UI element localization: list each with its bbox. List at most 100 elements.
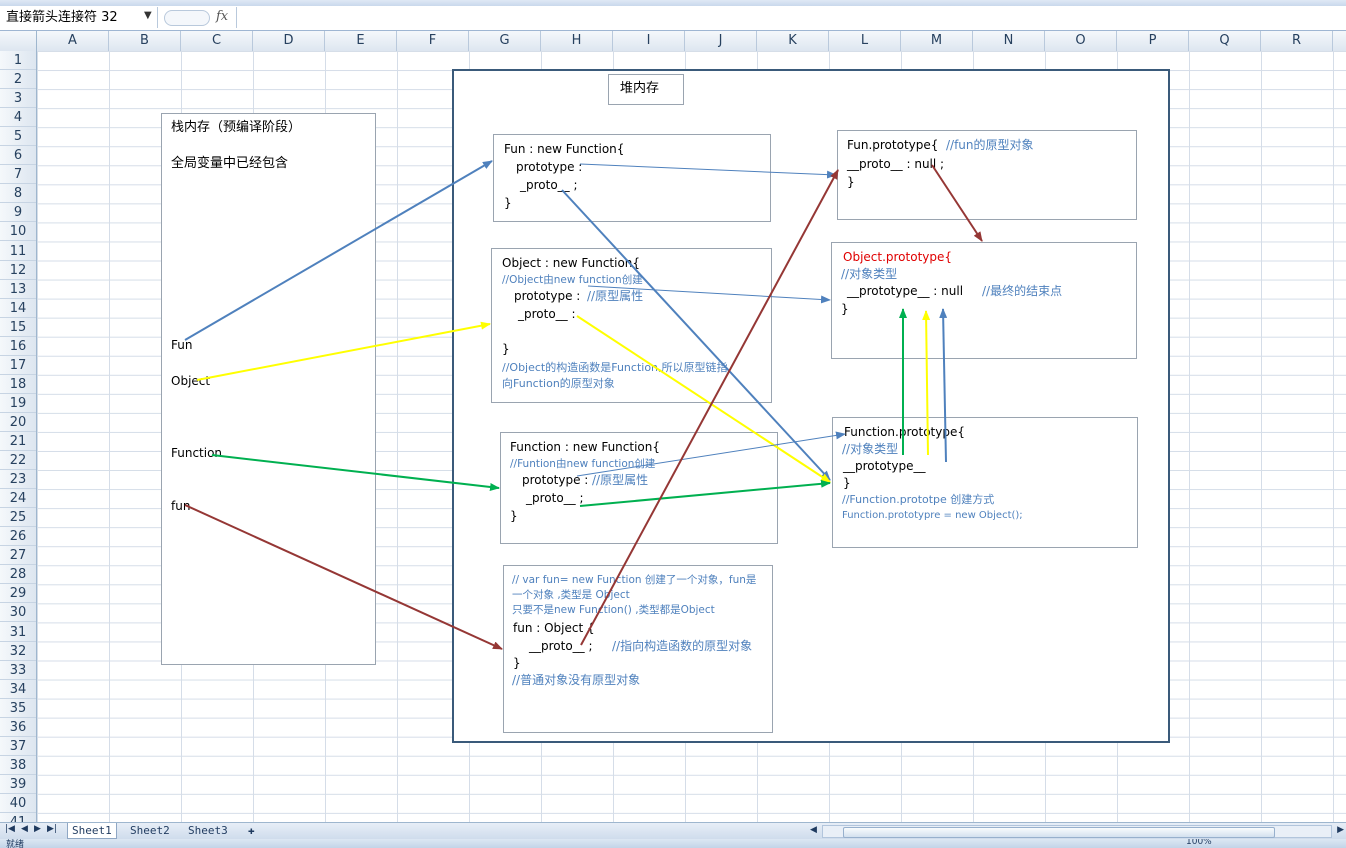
- row-header-34[interactable]: 34: [0, 680, 36, 699]
- formula-input[interactable]: [236, 7, 1346, 28]
- row-header-21[interactable]: 21: [0, 432, 36, 452]
- name-box-resize-handle[interactable]: [164, 10, 210, 26]
- object-comment-1: //Object由new function创建: [502, 274, 643, 286]
- row-header-14[interactable]: 14: [0, 299, 36, 318]
- row-header-20[interactable]: 20: [0, 413, 36, 432]
- last-sheet-icon[interactable]: ▶|: [47, 824, 57, 834]
- row-header-36[interactable]: 36: [0, 718, 36, 737]
- row-header-25[interactable]: 25: [0, 508, 36, 528]
- scroll-right-icon[interactable]: ▶: [1337, 825, 1344, 835]
- row-header-33[interactable]: 33: [0, 661, 36, 680]
- horizontal-scrollbar[interactable]: ◀ ▶: [808, 825, 1346, 838]
- zoom-level[interactable]: 100%: [1186, 839, 1212, 847]
- row-header-12[interactable]: 12: [0, 261, 36, 280]
- chevron-down-icon[interactable]: ▼: [144, 10, 152, 21]
- column-header-G[interactable]: G: [469, 31, 541, 51]
- first-sheet-icon[interactable]: |◀: [5, 824, 15, 834]
- row-header-13[interactable]: 13: [0, 280, 36, 299]
- object-comment-2: //原型属性: [587, 289, 644, 303]
- column-header-N[interactable]: N: [973, 31, 1045, 51]
- column-header-I[interactable]: I: [613, 31, 685, 51]
- column-header-P[interactable]: P: [1117, 31, 1189, 51]
- row-header-23[interactable]: 23: [0, 470, 36, 490]
- function-constructor-box[interactable]: Function : new Function{ //Funtion由new f…: [500, 432, 778, 544]
- fun-instance-line-1: fun : Object {: [513, 621, 595, 635]
- row-header-4[interactable]: 4: [0, 108, 36, 128]
- prev-sheet-icon[interactable]: ◀: [21, 824, 28, 834]
- column-header-M[interactable]: M: [901, 31, 973, 51]
- row-header-3[interactable]: 3: [0, 89, 36, 109]
- fun-instance-box[interactable]: // var fun= new Function 创建了一个对象，fun是 一个…: [503, 565, 773, 733]
- row-header-40[interactable]: 40: [0, 794, 36, 813]
- row-header-15[interactable]: 15: [0, 318, 36, 337]
- tab-sheet1[interactable]: Sheet1: [67, 823, 117, 839]
- object-prototype-line-2: __prototype__ : null: [847, 284, 964, 298]
- next-sheet-icon[interactable]: ▶: [34, 824, 41, 834]
- heap-title-box[interactable]: 堆内存: [608, 74, 684, 105]
- row-header-16[interactable]: 16: [0, 337, 36, 356]
- tab-sheet3[interactable]: Sheet3: [184, 823, 232, 838]
- column-header-B[interactable]: B: [109, 31, 181, 51]
- row-header-22[interactable]: 22: [0, 451, 36, 471]
- row-header-30[interactable]: 30: [0, 603, 36, 623]
- column-header-Q[interactable]: Q: [1189, 31, 1261, 51]
- row-header-10[interactable]: 10: [0, 222, 36, 242]
- row-header-11[interactable]: 11: [0, 242, 36, 261]
- row-header-18[interactable]: 18: [0, 375, 36, 394]
- row-header-37[interactable]: 37: [0, 737, 36, 756]
- column-header-D[interactable]: D: [253, 31, 325, 51]
- function-comment-2: //原型属性: [592, 473, 649, 487]
- column-header-H[interactable]: H: [541, 31, 613, 51]
- row-header-9[interactable]: 9: [0, 203, 36, 223]
- select-all-button[interactable]: [0, 31, 37, 51]
- status-ready: 就绪: [6, 840, 25, 848]
- scroll-track[interactable]: [822, 825, 1332, 838]
- stack-box[interactable]: 栈内存（预编译阶段） 全局变量中已经包含 Fun Object Function…: [161, 113, 376, 665]
- fun-constructor-box[interactable]: Fun : new Function{ prototype : _proto__…: [493, 134, 771, 222]
- scroll-left-icon[interactable]: ◀: [810, 825, 817, 835]
- row-header-41[interactable]: 41: [0, 813, 36, 822]
- row-header-39[interactable]: 39: [0, 775, 36, 794]
- function-prototype-line-1: Function.prototype{: [844, 425, 965, 439]
- insert-function-icon[interactable]: fx: [216, 9, 228, 24]
- stack-item-function: Function: [171, 446, 223, 460]
- column-header-O[interactable]: O: [1045, 31, 1117, 51]
- row-header-1[interactable]: 1: [0, 51, 36, 71]
- column-header-R[interactable]: R: [1261, 31, 1333, 51]
- column-header-K[interactable]: K: [757, 31, 829, 51]
- row-header-35[interactable]: 35: [0, 699, 36, 718]
- row-header-27[interactable]: 27: [0, 546, 36, 566]
- row-header-24[interactable]: 24: [0, 489, 36, 509]
- row-header-8[interactable]: 8: [0, 184, 36, 204]
- column-header-L[interactable]: L: [829, 31, 901, 51]
- column-header-F[interactable]: F: [397, 31, 469, 51]
- row-header-17[interactable]: 17: [0, 356, 36, 375]
- fun-prototype-box[interactable]: Fun.prototype{ //fun的原型对象 __proto__ : nu…: [837, 130, 1137, 220]
- object-constructor-box[interactable]: Object : new Function{ //Object由new func…: [491, 248, 772, 403]
- row-header-5[interactable]: 5: [0, 127, 36, 147]
- object-prototype-box[interactable]: Object.prototype{ //对象类型 __prototype__ :…: [831, 242, 1137, 359]
- row-header-28[interactable]: 28: [0, 565, 36, 585]
- stack-subtitle: 全局变量中已经包含: [171, 156, 289, 171]
- fun-line-3: _proto__ ;: [520, 178, 578, 192]
- row-header-19[interactable]: 19: [0, 394, 36, 413]
- insert-sheet-icon[interactable]: ✚: [244, 823, 259, 838]
- fun-instance-comment-4: //指向构造函数的原型对象: [612, 639, 753, 653]
- column-header-E[interactable]: E: [325, 31, 397, 51]
- tab-sheet2[interactable]: Sheet2: [126, 823, 174, 838]
- row-header-7[interactable]: 7: [0, 165, 36, 185]
- column-header-J[interactable]: J: [685, 31, 757, 51]
- row-header-6[interactable]: 6: [0, 146, 36, 166]
- row-header-31[interactable]: 31: [0, 623, 36, 642]
- column-header-C[interactable]: C: [181, 31, 253, 51]
- column-header-A[interactable]: A: [37, 31, 109, 51]
- row-header-2[interactable]: 2: [0, 70, 36, 90]
- row-header-29[interactable]: 29: [0, 584, 36, 604]
- row-header-32[interactable]: 32: [0, 642, 36, 661]
- row-header-26[interactable]: 26: [0, 527, 36, 547]
- row-header-38[interactable]: 38: [0, 756, 36, 775]
- formula-controls: fx: [158, 7, 237, 28]
- name-box[interactable]: 直接箭头连接符 32: [0, 7, 158, 28]
- function-prototype-box[interactable]: Function.prototype{ //对象类型 __prototype__…: [832, 417, 1138, 548]
- scroll-thumb[interactable]: [843, 827, 1275, 838]
